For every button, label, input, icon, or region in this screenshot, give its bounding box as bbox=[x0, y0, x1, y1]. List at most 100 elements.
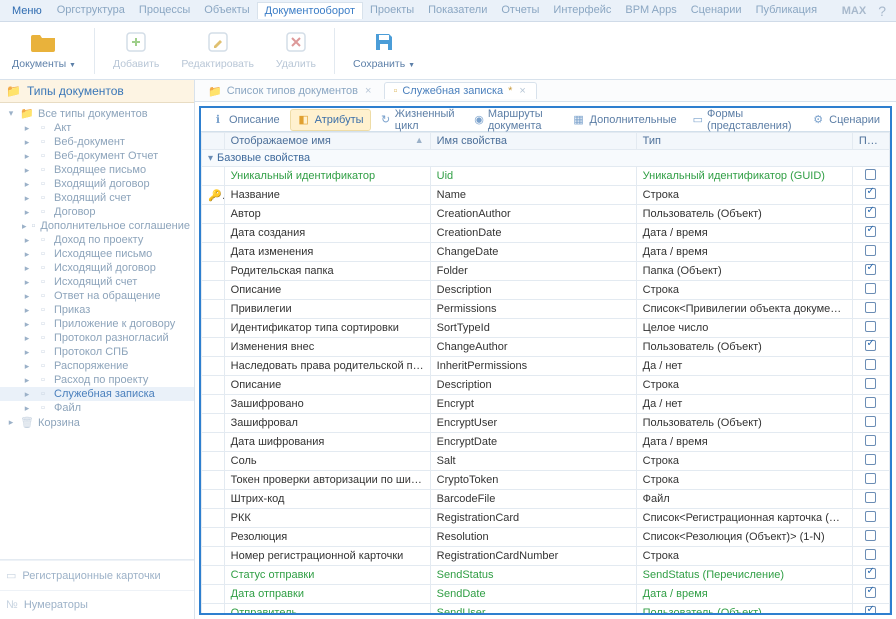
tree-node[interactable]: ▸▫Служебная записка bbox=[0, 387, 194, 401]
cell-search[interactable] bbox=[852, 528, 889, 547]
subtab-routes[interactable]: ◉Маршруты документа bbox=[468, 106, 561, 135]
cell-search[interactable] bbox=[852, 167, 889, 186]
ribbon-save-button[interactable]: Сохранить ▼ bbox=[347, 26, 421, 72]
table-row[interactable]: Токен проверки авторизации по шифрованию… bbox=[202, 471, 890, 490]
table-row[interactable]: Дата созданияCreationDateДата / время bbox=[202, 224, 890, 243]
checkbox[interactable] bbox=[865, 188, 876, 199]
expand-icon[interactable]: ▸ bbox=[22, 151, 32, 162]
tree-node[interactable]: ▸▫Входящий договор bbox=[0, 177, 194, 191]
tree-node[interactable]: ▸▫Протокол разногласий bbox=[0, 331, 194, 345]
cell-search[interactable] bbox=[852, 585, 889, 604]
table-row[interactable]: Штрих-кодBarcodeFileФайл bbox=[202, 490, 890, 509]
cell-search[interactable] bbox=[852, 243, 889, 262]
tree-node[interactable]: ▸▫Входящий счет bbox=[0, 191, 194, 205]
table-row[interactable]: Родительская папкаFolderПапка (Объект) bbox=[202, 262, 890, 281]
tree-node[interactable]: ▸▫Расход по проекту bbox=[0, 373, 194, 387]
checkbox[interactable] bbox=[865, 606, 876, 613]
expand-icon[interactable]: ▸ bbox=[22, 291, 32, 302]
checkbox[interactable] bbox=[865, 245, 876, 256]
cell-search[interactable] bbox=[852, 186, 889, 205]
expand-icon[interactable]: ▸ bbox=[22, 165, 32, 176]
subtab-attrs[interactable]: ◧Атрибуты bbox=[290, 109, 371, 131]
checkbox[interactable] bbox=[865, 568, 876, 579]
col-icon[interactable] bbox=[202, 133, 225, 150]
col-search[interactable]: Поиск bbox=[852, 133, 889, 150]
menu-item-3[interactable]: Документооборот bbox=[257, 2, 363, 19]
table-row[interactable]: СольSaltСтрока bbox=[202, 452, 890, 471]
col-name[interactable]: Отображаемое имя▲ bbox=[224, 133, 430, 150]
checkbox[interactable] bbox=[865, 435, 876, 446]
tree-node[interactable]: ▸▫Доход по проекту bbox=[0, 233, 194, 247]
col-prop[interactable]: Имя свойства bbox=[430, 133, 636, 150]
expand-icon[interactable]: ▸ bbox=[22, 347, 32, 358]
expand-icon[interactable]: ▸ bbox=[6, 417, 16, 428]
tab[interactable]: ▫Служебная записка*× bbox=[384, 82, 536, 99]
cell-search[interactable] bbox=[852, 471, 889, 490]
tree-node[interactable]: ▸▫Исходящий счет bbox=[0, 275, 194, 289]
cell-search[interactable] bbox=[852, 376, 889, 395]
sidebar-bottom-item[interactable]: ▭Регистрационные карточки bbox=[0, 560, 194, 590]
cell-search[interactable] bbox=[852, 205, 889, 224]
sidebar-bottom-item[interactable]: №Нумераторы bbox=[0, 590, 194, 619]
checkbox[interactable] bbox=[865, 530, 876, 541]
tree-node[interactable]: ▸▫Веб-документ bbox=[0, 135, 194, 149]
close-icon[interactable]: × bbox=[363, 85, 373, 97]
cell-search[interactable] bbox=[852, 414, 889, 433]
tree-node[interactable]: ▸▫Входящее письмо bbox=[0, 163, 194, 177]
tree-node[interactable]: ▸▫Исходящее письмо bbox=[0, 247, 194, 261]
checkbox[interactable] bbox=[865, 226, 876, 237]
ribbon-folder-button[interactable]: Документы ▼ bbox=[6, 26, 82, 72]
cell-search[interactable] bbox=[852, 509, 889, 528]
menu-item-10[interactable]: Публикация bbox=[749, 2, 824, 19]
table-row[interactable]: Изменения внесChangeAuthorПользователь (… bbox=[202, 338, 890, 357]
menu-item-6[interactable]: Отчеты bbox=[494, 2, 546, 19]
cell-search[interactable] bbox=[852, 433, 889, 452]
cell-search[interactable] bbox=[852, 395, 889, 414]
tree-node[interactable]: ▸▫Распоряжение bbox=[0, 359, 194, 373]
table-row[interactable]: АвторCreationAuthorПользователь (Объект) bbox=[202, 205, 890, 224]
menu-item-4[interactable]: Проекты bbox=[363, 2, 421, 19]
table-row[interactable]: ОписаниеDescriptionСтрока bbox=[202, 376, 890, 395]
checkbox[interactable] bbox=[865, 492, 876, 503]
expand-icon[interactable]: ▸ bbox=[22, 249, 32, 260]
table-row[interactable]: Дата отправкиSendDateДата / время bbox=[202, 585, 890, 604]
menu-item-8[interactable]: BPM Apps bbox=[618, 2, 683, 19]
subtab-lifecycle[interactable]: ↻Жизненный цикл bbox=[375, 106, 465, 135]
expand-icon[interactable]: ▸ bbox=[22, 305, 32, 316]
table-row[interactable]: Идентификатор типа сортировкиSortTypeIdЦ… bbox=[202, 319, 890, 338]
cell-search[interactable] bbox=[852, 281, 889, 300]
close-icon[interactable]: × bbox=[517, 85, 527, 97]
checkbox[interactable] bbox=[865, 359, 876, 370]
cell-search[interactable] bbox=[852, 357, 889, 376]
col-type[interactable]: Тип bbox=[636, 133, 852, 150]
expand-icon[interactable]: ▸ bbox=[22, 263, 32, 274]
subtab-extra[interactable]: ▦Дополнительные bbox=[566, 110, 683, 130]
subtab-gear[interactable]: ⚙Сценарии bbox=[805, 110, 886, 130]
checkbox[interactable] bbox=[865, 397, 876, 408]
tree-trash[interactable]: ▸🗑Корзина bbox=[0, 415, 194, 430]
expand-icon[interactable]: ▸ bbox=[22, 389, 32, 400]
table-row[interactable]: РезолюцияResolutionСписок<Резолюция (Объ… bbox=[202, 528, 890, 547]
cell-search[interactable] bbox=[852, 452, 889, 471]
table-row[interactable]: 🔑НазваниеNameСтрока bbox=[202, 186, 890, 205]
cell-search[interactable] bbox=[852, 319, 889, 338]
cell-search[interactable] bbox=[852, 262, 889, 281]
checkbox[interactable] bbox=[865, 340, 876, 351]
cell-search[interactable] bbox=[852, 547, 889, 566]
checkbox[interactable] bbox=[865, 378, 876, 389]
expand-icon[interactable]: ▸ bbox=[22, 277, 32, 288]
checkbox[interactable] bbox=[865, 454, 876, 465]
cell-search[interactable] bbox=[852, 490, 889, 509]
menu-item-1[interactable]: Процессы bbox=[132, 2, 197, 19]
table-row[interactable]: Уникальный идентификаторUidУникальный ид… bbox=[202, 167, 890, 186]
checkbox[interactable] bbox=[865, 587, 876, 598]
cell-search[interactable] bbox=[852, 224, 889, 243]
table-wrap[interactable]: Отображаемое имя▲ Имя свойства Тип Поиск… bbox=[201, 132, 890, 613]
tree-node[interactable]: ▸▫Исходящий договор bbox=[0, 261, 194, 275]
cell-search[interactable] bbox=[852, 604, 889, 614]
subtab-info[interactable]: ℹОписание bbox=[205, 110, 286, 130]
table-row[interactable]: РККRegistrationCardСписок<Регистрационна… bbox=[202, 509, 890, 528]
help-icon[interactable]: ? bbox=[872, 3, 892, 19]
table-row[interactable]: Номер регистрационной карточкиRegistrati… bbox=[202, 547, 890, 566]
cell-search[interactable] bbox=[852, 338, 889, 357]
